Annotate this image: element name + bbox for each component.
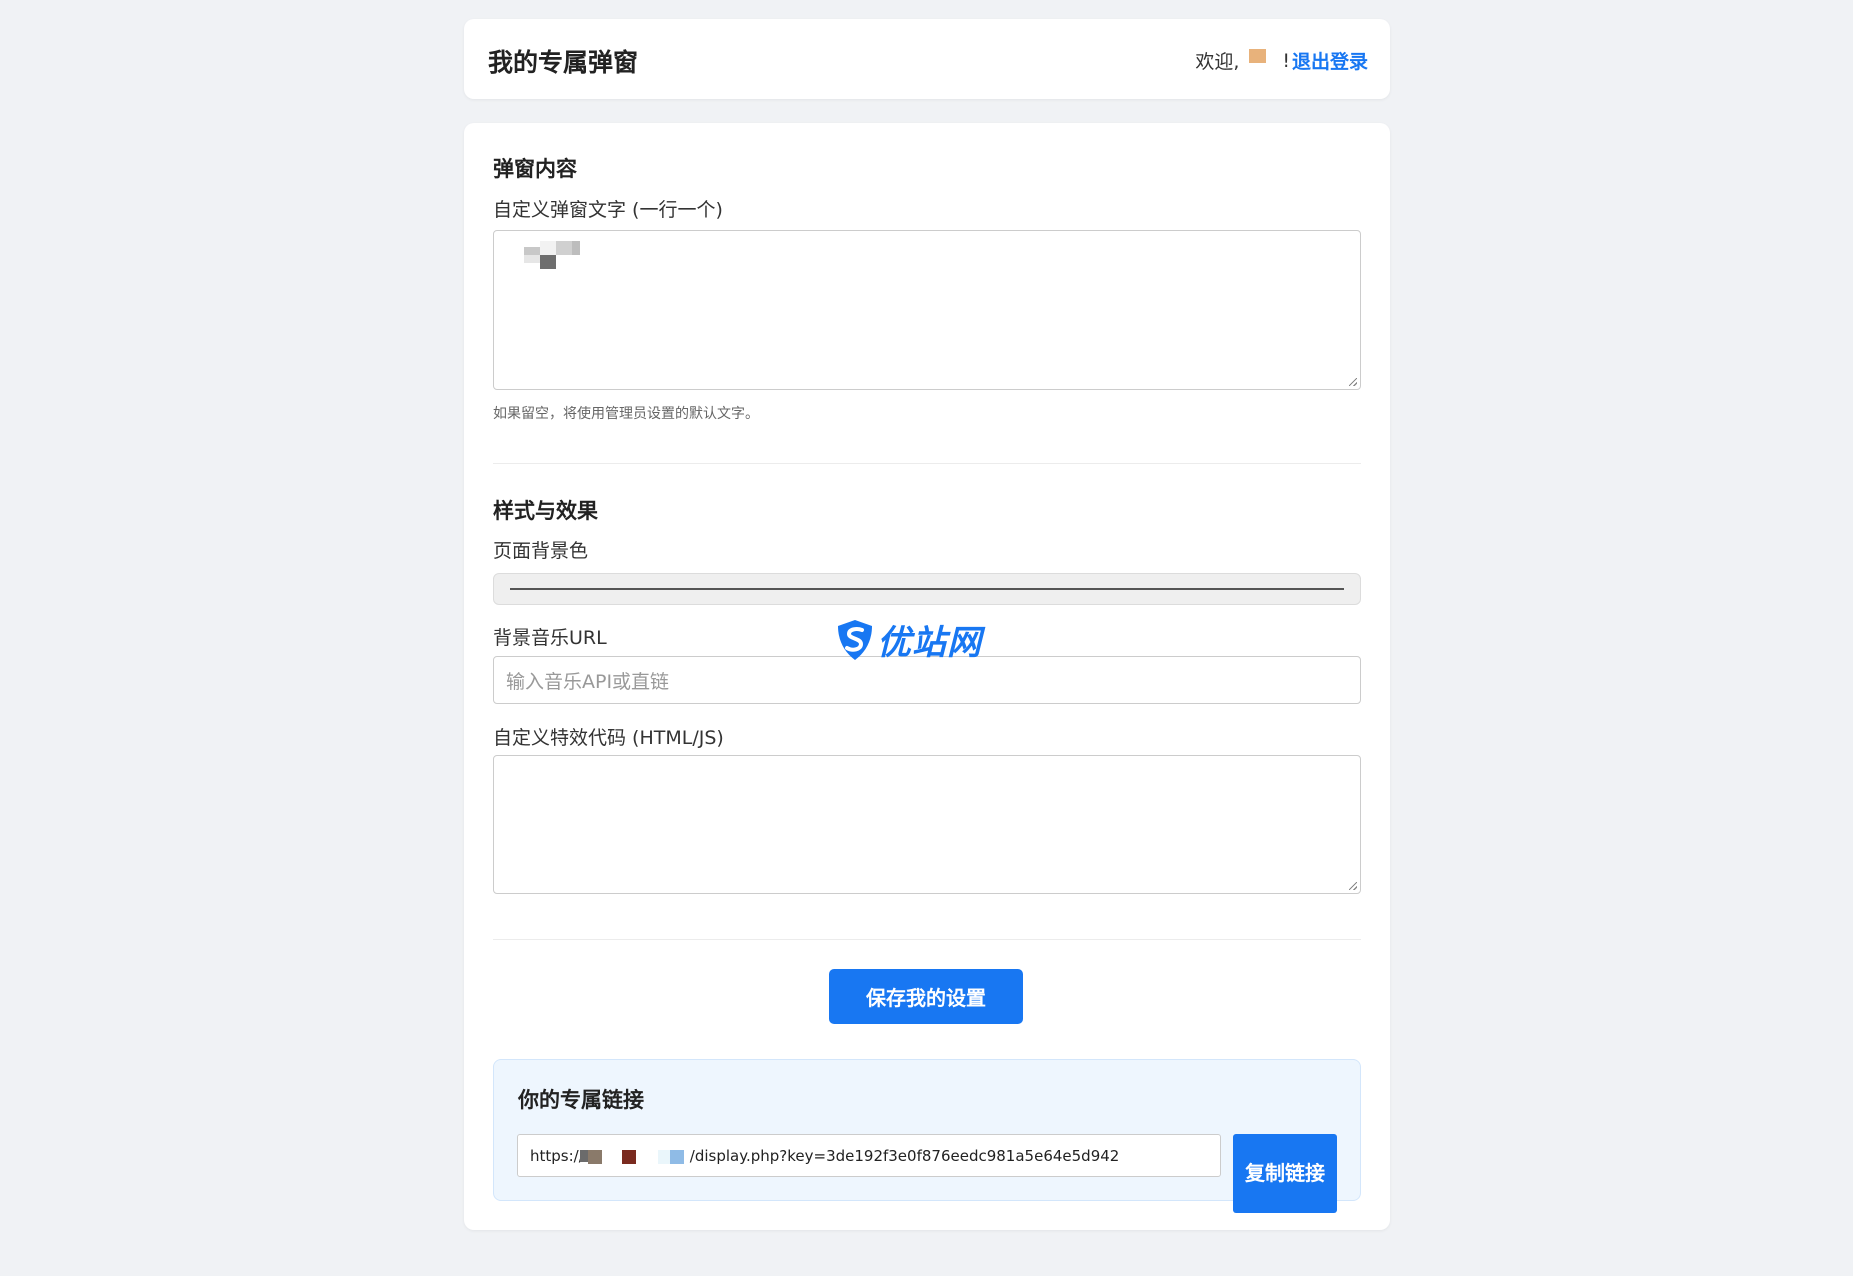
divider <box>493 939 1361 940</box>
settings-card: 弹窗内容 自定义弹窗文字 (一行一个) 如果留空，将使用管理员设置的默认文字。 … <box>464 123 1390 1230</box>
redacted-domain <box>580 1148 684 1164</box>
effect-code-label: 自定义特效代码 (HTML/JS) <box>493 727 724 749</box>
link-panel-title: 你的专属链接 <box>518 1088 644 1112</box>
watermark-text: 优站网 <box>877 623 982 663</box>
username-tail: ! <box>1282 49 1290 72</box>
link-panel: 你的专属链接 https:// /display.php?key=3de192f… <box>493 1059 1361 1213</box>
bg-color-picker[interactable] <box>493 573 1361 605</box>
resize-handle[interactable] <box>1349 378 1357 386</box>
shield-logo-icon <box>838 619 872 660</box>
popup-text-hint: 如果留空，将使用管理员设置的默认文字。 <box>493 406 759 422</box>
redacted-text <box>524 241 580 277</box>
link-url-prefix: https:// <box>530 1146 584 1165</box>
effect-code-textarea[interactable] <box>493 755 1361 894</box>
resize-handle[interactable] <box>1349 882 1357 890</box>
section-title-content: 弹窗内容 <box>493 157 577 181</box>
divider <box>493 463 1361 464</box>
share-link-field[interactable]: https:// /display.php?key=3de192f3e0f876… <box>517 1134 1221 1177</box>
welcome-text: 欢迎, <box>1195 51 1240 73</box>
user-info: 欢迎, ! 退出登录 <box>1195 47 1368 74</box>
color-swatch <box>510 588 1344 590</box>
header-card: 我的专属弹窗 欢迎, ! 退出登录 <box>464 19 1390 99</box>
popup-text-textarea[interactable] <box>493 230 1361 390</box>
watermark-logo: 优站网 <box>835 615 982 664</box>
music-url-placeholder: 输入音乐API或直链 <box>506 670 670 693</box>
bg-color-label: 页面背景色 <box>493 540 589 562</box>
link-url-path: /display.php?key=3de192f3e0f876eedc981a5… <box>689 1146 1120 1165</box>
popup-text-label: 自定义弹窗文字 (一行一个) <box>493 199 723 221</box>
section-title-style: 样式与效果 <box>493 499 598 523</box>
username-redacted <box>1249 48 1267 63</box>
copy-link-button[interactable]: 复制链接 <box>1233 1134 1337 1213</box>
page-title: 我的专属弹窗 <box>488 48 639 77</box>
music-url-label: 背景音乐URL <box>493 627 607 649</box>
save-settings-button[interactable]: 保存我的设置 <box>829 969 1023 1024</box>
logout-link[interactable]: 退出登录 <box>1292 47 1368 74</box>
